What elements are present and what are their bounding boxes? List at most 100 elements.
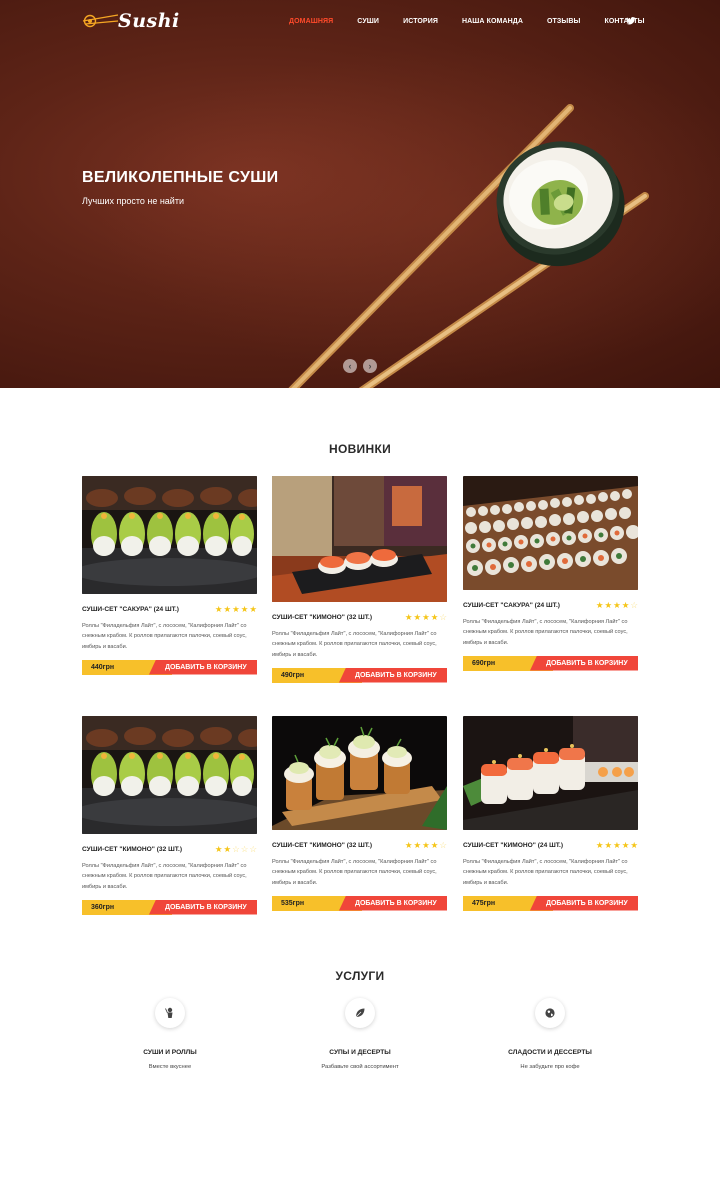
star-outline-icon: ☆ xyxy=(240,844,249,854)
rating-stars: ★ ★ ★ ★ ☆ xyxy=(404,613,447,622)
star-icon: ★ xyxy=(214,844,223,854)
slider-prev-button[interactable]: ‹ xyxy=(343,359,357,373)
star-icon: ★ xyxy=(630,840,638,850)
product-description: Роллы "Филадельфия Лайт", с лососем, "Ка… xyxy=(82,622,247,650)
hero-subtitle: Лучших просто не найти xyxy=(82,196,184,206)
product-card: СУШИ-СЕТ "КИМОНО" (32 ШТ.) ★ ★ ★ ★ ☆ Роллы "… xyxy=(272,716,447,911)
product-action-bar: 490грн ДОБАВИТЬ В КОРЗИНУ xyxy=(272,667,447,683)
add-to-cart-button[interactable]: ДОБАВИТЬ В КОРЗИНУ xyxy=(530,655,638,671)
rating-stars: ★ ★ ★ ★ ★ xyxy=(595,841,638,850)
star-outline-icon: ☆ xyxy=(439,612,447,622)
leaf-icon xyxy=(355,1008,365,1018)
product-image[interactable] xyxy=(82,716,257,834)
rating-stars: ★ ★ ★ ★ ★ xyxy=(214,605,257,614)
product-image[interactable] xyxy=(82,476,257,594)
logo-fish-icon xyxy=(82,14,119,28)
service-title: СЛАДОСТИ И ДЕССЕРТЫ xyxy=(508,1049,592,1056)
star-icon: ★ xyxy=(430,612,439,622)
star-icon: ★ xyxy=(621,840,630,850)
product-action-bar: 690грн ДОБАВИТЬ В КОРЗИНУ xyxy=(463,655,638,671)
star-outline-icon: ☆ xyxy=(232,844,240,854)
service-title: СУПЫ И ДЕСЕРТЫ xyxy=(329,1049,391,1056)
globe-icon xyxy=(545,1008,555,1018)
product-action-bar: 535грн ДОБАВИТЬ В КОРЗИНУ xyxy=(272,895,447,911)
product-card: СУШИ-СЕТ "КИМОНО" (32 ШТ.) ★ ★ ☆ ☆ ☆ Роллы "… xyxy=(82,716,257,915)
product-card: СУШИ-СЕТ "КИМОНО" (32 ШТ.) ★ ★ ★ ★ ☆ Роллы "… xyxy=(272,476,447,683)
slider-next-button[interactable]: › xyxy=(363,359,377,373)
sushi-chopsticks-illustration xyxy=(288,104,649,388)
rating-stars: ★ ★ ☆ ☆ ☆ xyxy=(214,845,257,854)
nav-item-history[interactable]: История xyxy=(403,18,438,25)
star-icon: ★ xyxy=(604,600,613,610)
rating-stars: ★ ★ ★ ★ ☆ xyxy=(404,841,447,850)
add-to-cart-button[interactable]: ДОБАВИТЬ В КОРЗИНУ xyxy=(339,667,447,683)
rating-stars: ★ ★ ★ ★ ☆ xyxy=(595,601,638,610)
nav-item-sushi[interactable]: Суши xyxy=(357,18,379,25)
hero-title: ВЕЛИКОЛЕПНЫЕ СУШИ xyxy=(82,169,279,186)
product-name[interactable]: СУШИ-СЕТ "КИМОНО" (32 ШТ.) xyxy=(82,846,182,853)
star-half-icon: ★ xyxy=(621,600,630,610)
chef-icon xyxy=(165,1007,173,1018)
product-description: Роллы "Филадельфия Лайт", с лососем, "Ка… xyxy=(272,630,437,658)
star-icon: ★ xyxy=(595,600,604,610)
nav-item-home[interactable]: Домашняя xyxy=(289,18,333,25)
new-section-title: НОВИНКИ xyxy=(328,442,391,456)
chevron-right-icon: › xyxy=(368,360,372,371)
add-to-cart-button[interactable]: ДОБАВИТЬ В КОРЗИНУ xyxy=(530,895,638,911)
nav-item-reviews[interactable]: Отзывы xyxy=(547,18,580,25)
product-name[interactable]: СУШИ-СЕТ "КИМОНО" (32 ШТ.) xyxy=(272,614,372,621)
service-item: СЛАДОСТИ И ДЕССЕРТЫ Не забудьте про кофе xyxy=(460,998,640,1070)
product-image[interactable] xyxy=(463,716,638,830)
star-icon: ★ xyxy=(422,612,430,622)
product-name[interactable]: СУШИ-СЕТ "САКУРА" (24 ШТ.) xyxy=(463,602,560,609)
service-icon-circle xyxy=(155,998,185,1028)
star-icon: ★ xyxy=(214,604,223,614)
product-name[interactable]: СУШИ-СЕТ "САКУРА" (24 ШТ.) xyxy=(82,606,179,613)
product-description: Роллы "Филадельфия Лайт", с лососем, "Ка… xyxy=(463,618,628,646)
star-icon: ★ xyxy=(613,600,621,610)
star-icon: ★ xyxy=(422,840,430,850)
service-icon-circle xyxy=(535,998,565,1028)
product-image[interactable] xyxy=(272,716,447,830)
service-item: СУПЫ И ДЕСЕРТЫ Разбавьте свой ассортимен… xyxy=(270,998,450,1070)
product-action-bar: 440грн ДОБАВИТЬ В КОРЗИНУ xyxy=(82,659,257,675)
star-icon: ★ xyxy=(413,840,422,850)
service-subtitle: Вместе вкуснее xyxy=(148,1064,192,1070)
hero-slider: Sushi Домашняя Суши История Наша команда… xyxy=(0,0,720,388)
add-to-cart-button[interactable]: ДОБАВИТЬ В КОРЗИНУ xyxy=(339,895,447,911)
star-outline-icon: ☆ xyxy=(249,844,257,854)
product-description: Роллы "Филадельфия Лайт", с лососем, "Ка… xyxy=(272,858,437,886)
main-nav: Домашняя Суши История Наша команда Отзыв… xyxy=(289,16,669,26)
product-name[interactable]: СУШИ-СЕТ "КИМОНО" (24 ШТ.) xyxy=(463,842,563,849)
nav-item-team[interactable]: Наша команда xyxy=(462,18,523,25)
product-action-bar: 360грн ДОБАВИТЬ В КОРЗИНУ xyxy=(82,899,257,915)
product-image[interactable] xyxy=(272,476,447,602)
star-icon: ★ xyxy=(404,612,413,622)
service-subtitle: Не забудьте про кофе xyxy=(520,1064,580,1070)
product-description: Роллы "Филадельфия Лайт", с лососем, "Ка… xyxy=(463,858,628,886)
star-icon: ★ xyxy=(413,612,422,622)
star-half-icon: ★ xyxy=(223,844,232,854)
twitter-icon[interactable] xyxy=(626,16,636,26)
service-subtitle: Разбавьте свой ассортимент xyxy=(321,1064,399,1070)
product-image[interactable] xyxy=(463,476,638,590)
nav-item-contacts[interactable]: Контакты xyxy=(604,18,644,25)
product-card: СУШИ-СЕТ "КИМОНО" (24 ШТ.) ★ ★ ★ ★ ★ Роллы "… xyxy=(463,716,638,911)
star-icon: ★ xyxy=(232,604,240,614)
product-name[interactable]: СУШИ-СЕТ "КИМОНО" (32 ШТ.) xyxy=(272,842,372,849)
add-to-cart-button[interactable]: ДОБАВИТЬ В КОРЗИНУ xyxy=(149,659,257,675)
product-description: Роллы "Филадельфия Лайт", с лососем, "Ка… xyxy=(82,862,247,890)
add-to-cart-button[interactable]: ДОБАВИТЬ В КОРЗИНУ xyxy=(149,899,257,915)
star-icon: ★ xyxy=(604,840,613,850)
star-icon: ★ xyxy=(223,604,232,614)
service-title: СУШИ И РОЛЛЫ xyxy=(143,1049,197,1056)
star-icon: ★ xyxy=(240,604,249,614)
chevron-left-icon: ‹ xyxy=(348,360,352,371)
service-icon-circle xyxy=(345,998,375,1028)
star-icon: ★ xyxy=(249,604,257,614)
product-card: СУШИ-СЕТ "САКУРА" (24 ШТ.) ★ ★ ★ ★ ★ Роллы "… xyxy=(82,476,257,675)
logo-text: Sushi xyxy=(118,10,180,32)
star-icon: ★ xyxy=(404,840,413,850)
logo[interactable]: Sushi xyxy=(82,10,180,32)
services-section-title: УСЛУГИ xyxy=(335,969,385,983)
